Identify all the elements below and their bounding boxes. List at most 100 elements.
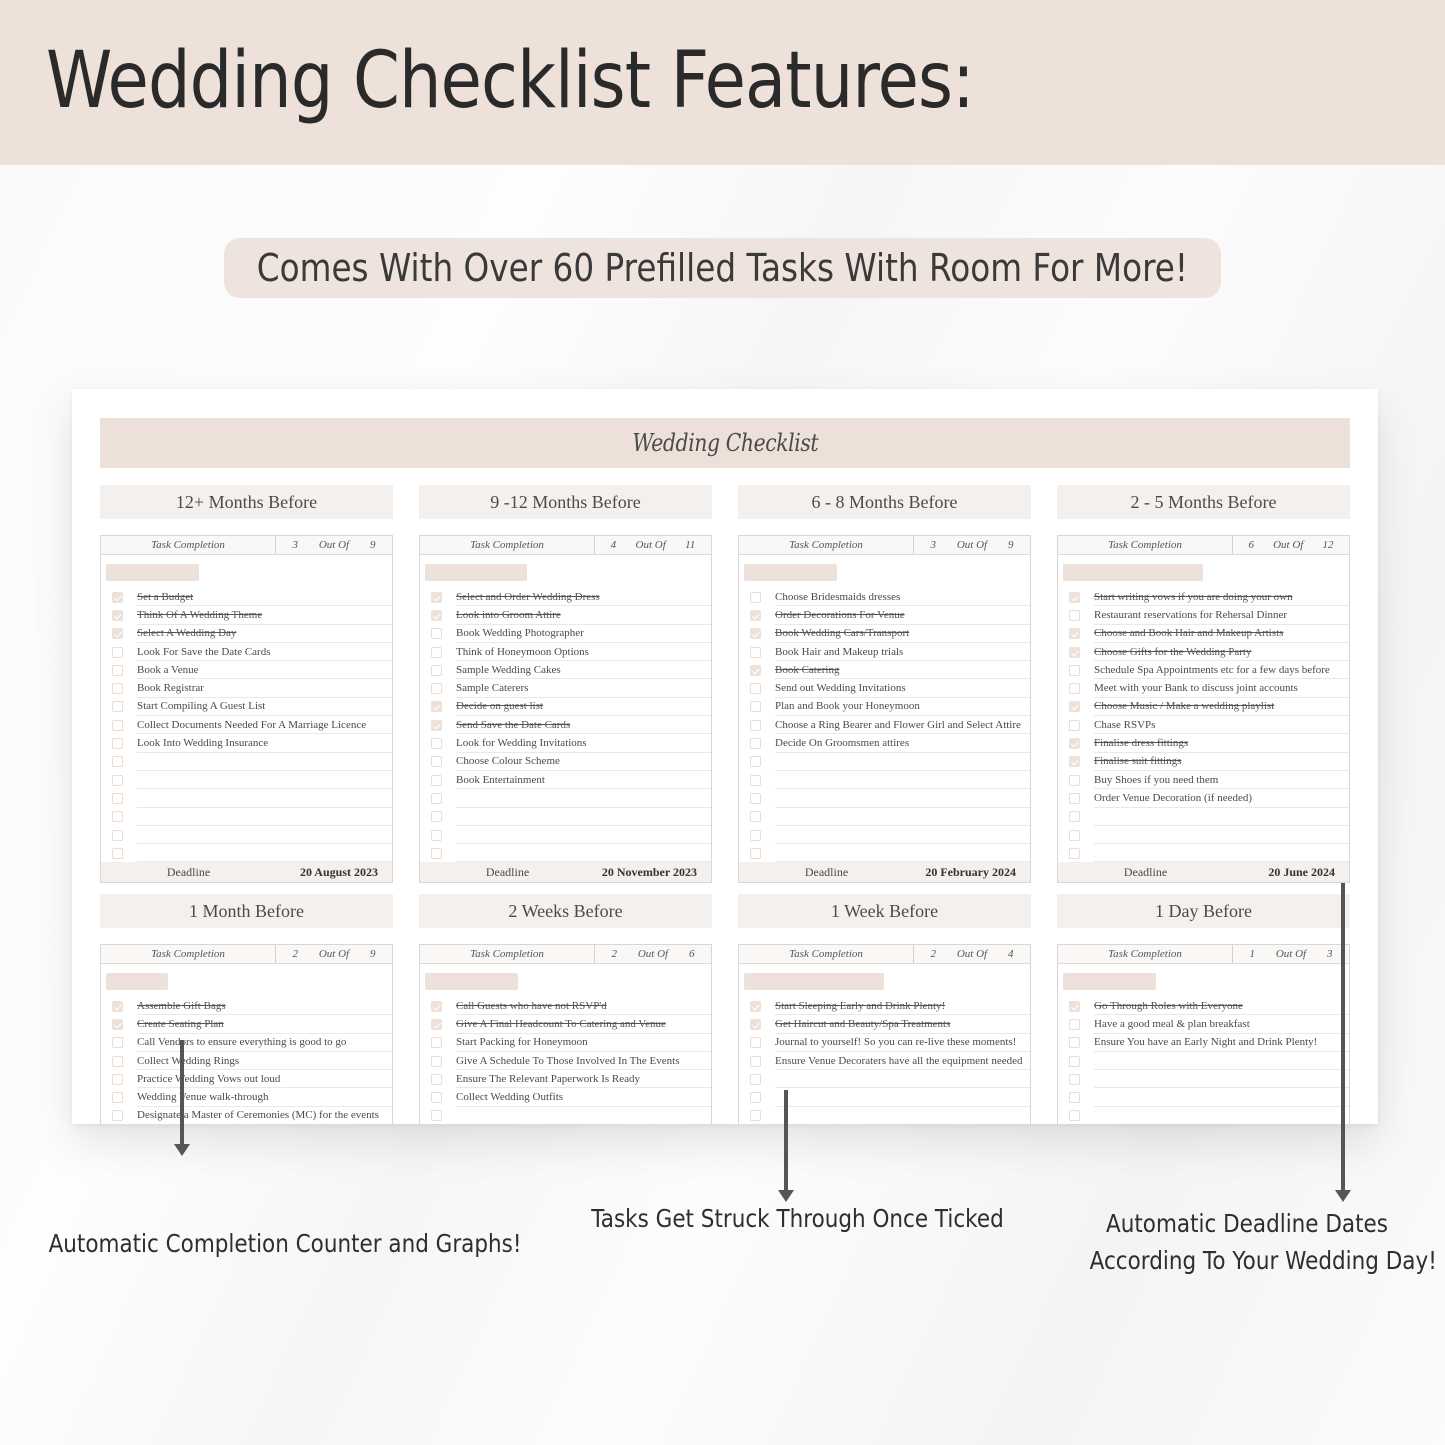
task-text[interactable]: Book Registrar xyxy=(137,679,392,698)
task-checkbox[interactable] xyxy=(431,1037,442,1049)
task-checkbox[interactable] xyxy=(750,701,761,713)
task-text[interactable]: Restaurant reservations for Rehersal Din… xyxy=(1094,606,1349,625)
task-text[interactable]: Ensure Venue Decoraters have all the equ… xyxy=(775,1052,1030,1071)
task-checkbox[interactable] xyxy=(112,774,123,786)
task-checkbox[interactable] xyxy=(1069,683,1080,695)
task-checkbox[interactable] xyxy=(112,664,123,676)
task-checkbox[interactable] xyxy=(431,847,442,859)
task-text[interactable]: Select A Wedding Day xyxy=(137,625,392,643)
task-checkbox[interactable] xyxy=(431,664,442,676)
task-text[interactable]: Finalise suit fittings xyxy=(1094,753,1349,771)
task-text[interactable]: Start Packing for Honeymoon xyxy=(456,1034,711,1052)
task-text[interactable]: Think Of A Wedding Theme xyxy=(137,606,392,625)
task-text[interactable]: Start Compiling A Guest List xyxy=(137,698,392,717)
task-checkbox[interactable] xyxy=(112,1110,123,1122)
task-checkbox[interactable] xyxy=(1069,1018,1080,1030)
task-text[interactable]: Designate a Master of Ceremonies (MC) fo… xyxy=(137,1107,392,1124)
task-text[interactable]: Order Venue Decoration (if needed) xyxy=(1094,789,1349,808)
task-text[interactable]: Call Vendors to ensure everything is goo… xyxy=(137,1034,392,1052)
task-checkbox[interactable] xyxy=(750,1037,761,1049)
task-checkbox[interactable] xyxy=(750,609,761,621)
task-checkbox[interactable] xyxy=(750,756,761,768)
task-text[interactable]: Collect Wedding Outfits xyxy=(456,1088,711,1107)
task-checkbox[interactable] xyxy=(431,756,442,768)
task-checkbox[interactable] xyxy=(112,1073,123,1085)
task-checkbox[interactable] xyxy=(1069,1000,1080,1012)
task-text[interactable] xyxy=(456,844,711,863)
task-text[interactable] xyxy=(775,753,1030,771)
task-checkbox[interactable] xyxy=(112,1000,123,1012)
task-text[interactable]: Choose Music / Make a wedding playlist xyxy=(1094,698,1349,717)
task-text[interactable]: Call Guests who have not RSVP'd xyxy=(456,997,711,1016)
task-checkbox[interactable] xyxy=(112,738,123,750)
task-text[interactable]: Wedding Venue walk-through xyxy=(137,1088,392,1107)
task-text[interactable]: Schedule Spa Appointments etc for a few … xyxy=(1094,661,1349,680)
task-checkbox[interactable] xyxy=(431,1073,442,1085)
task-checkbox[interactable] xyxy=(431,591,442,603)
task-checkbox[interactable] xyxy=(750,829,761,841)
task-checkbox[interactable] xyxy=(1069,1073,1080,1085)
task-checkbox[interactable] xyxy=(750,1055,761,1067)
task-text[interactable]: Order Decorations For Venue xyxy=(775,606,1030,625)
task-checkbox[interactable] xyxy=(750,628,761,640)
task-text[interactable] xyxy=(137,771,392,790)
task-checkbox[interactable] xyxy=(750,664,761,676)
task-text[interactable]: Select and Order Wedding Dress xyxy=(456,588,711,607)
task-text[interactable]: Start Sleeping Early and Drink Plenty! xyxy=(775,997,1030,1016)
task-checkbox[interactable] xyxy=(1069,609,1080,621)
task-checkbox[interactable] xyxy=(1069,701,1080,713)
task-text[interactable] xyxy=(1094,826,1349,845)
task-text[interactable]: Look For Save the Date Cards xyxy=(137,643,392,662)
task-checkbox[interactable] xyxy=(112,811,123,823)
task-text[interactable]: Book Hair and Makeup trials xyxy=(775,643,1030,662)
task-checkbox[interactable] xyxy=(431,829,442,841)
task-checkbox[interactable] xyxy=(1069,829,1080,841)
task-text[interactable]: Meet with your Bank to discuss joint acc… xyxy=(1094,679,1349,698)
task-text[interactable] xyxy=(456,1107,711,1124)
task-text[interactable] xyxy=(456,808,711,826)
task-checkbox[interactable] xyxy=(112,847,123,859)
task-checkbox[interactable] xyxy=(112,719,123,731)
task-checkbox[interactable] xyxy=(112,1018,123,1030)
task-text[interactable]: Choose Bridesmaids dresses xyxy=(775,588,1030,607)
task-text[interactable]: Book Wedding Cars/Transport xyxy=(775,625,1030,643)
task-text[interactable]: Start writing vows if you are doing your… xyxy=(1094,588,1349,607)
task-checkbox[interactable] xyxy=(1069,1037,1080,1049)
task-text[interactable]: Collect Wedding Rings xyxy=(137,1052,392,1071)
task-text[interactable] xyxy=(456,789,711,808)
task-text[interactable]: Practice Wedding Vows out loud xyxy=(137,1070,392,1089)
task-text[interactable] xyxy=(775,1070,1030,1089)
task-checkbox[interactable] xyxy=(750,719,761,731)
task-checkbox[interactable] xyxy=(112,591,123,603)
task-checkbox[interactable] xyxy=(112,1055,123,1067)
task-text[interactable]: Book Wedding Photographer xyxy=(456,625,711,643)
task-checkbox[interactable] xyxy=(750,847,761,859)
task-text[interactable]: Get Haircut and Beauty/Spa Treatments xyxy=(775,1015,1030,1034)
task-checkbox[interactable] xyxy=(750,591,761,603)
task-text[interactable] xyxy=(775,826,1030,845)
task-text[interactable] xyxy=(775,771,1030,790)
task-checkbox[interactable] xyxy=(1069,847,1080,859)
task-text[interactable]: Sample Wedding Cakes xyxy=(456,661,711,680)
task-checkbox[interactable] xyxy=(750,646,761,658)
task-checkbox[interactable] xyxy=(1069,811,1080,823)
task-text[interactable]: Decide On Groomsmen attires xyxy=(775,734,1030,753)
task-text[interactable]: Create Seating Plan xyxy=(137,1015,392,1034)
task-text[interactable] xyxy=(1094,808,1349,826)
task-text[interactable] xyxy=(137,789,392,808)
task-text[interactable]: Assemble Gift Bags xyxy=(137,997,392,1016)
task-text[interactable]: Ensure The Relevant Paperwork Is Ready xyxy=(456,1070,711,1089)
task-text[interactable] xyxy=(137,808,392,826)
task-checkbox[interactable] xyxy=(750,1092,761,1104)
task-text[interactable]: Chase RSVPs xyxy=(1094,716,1349,735)
task-text[interactable]: Book Entertainment xyxy=(456,771,711,790)
task-text[interactable] xyxy=(1094,1107,1349,1124)
task-checkbox[interactable] xyxy=(431,609,442,621)
task-text[interactable]: Set a Budget xyxy=(137,588,392,607)
task-checkbox[interactable] xyxy=(431,1110,442,1122)
task-checkbox[interactable] xyxy=(112,701,123,713)
task-text[interactable]: Decide on guest list xyxy=(456,698,711,717)
task-checkbox[interactable] xyxy=(1069,664,1080,676)
task-checkbox[interactable] xyxy=(112,683,123,695)
task-checkbox[interactable] xyxy=(431,792,442,804)
